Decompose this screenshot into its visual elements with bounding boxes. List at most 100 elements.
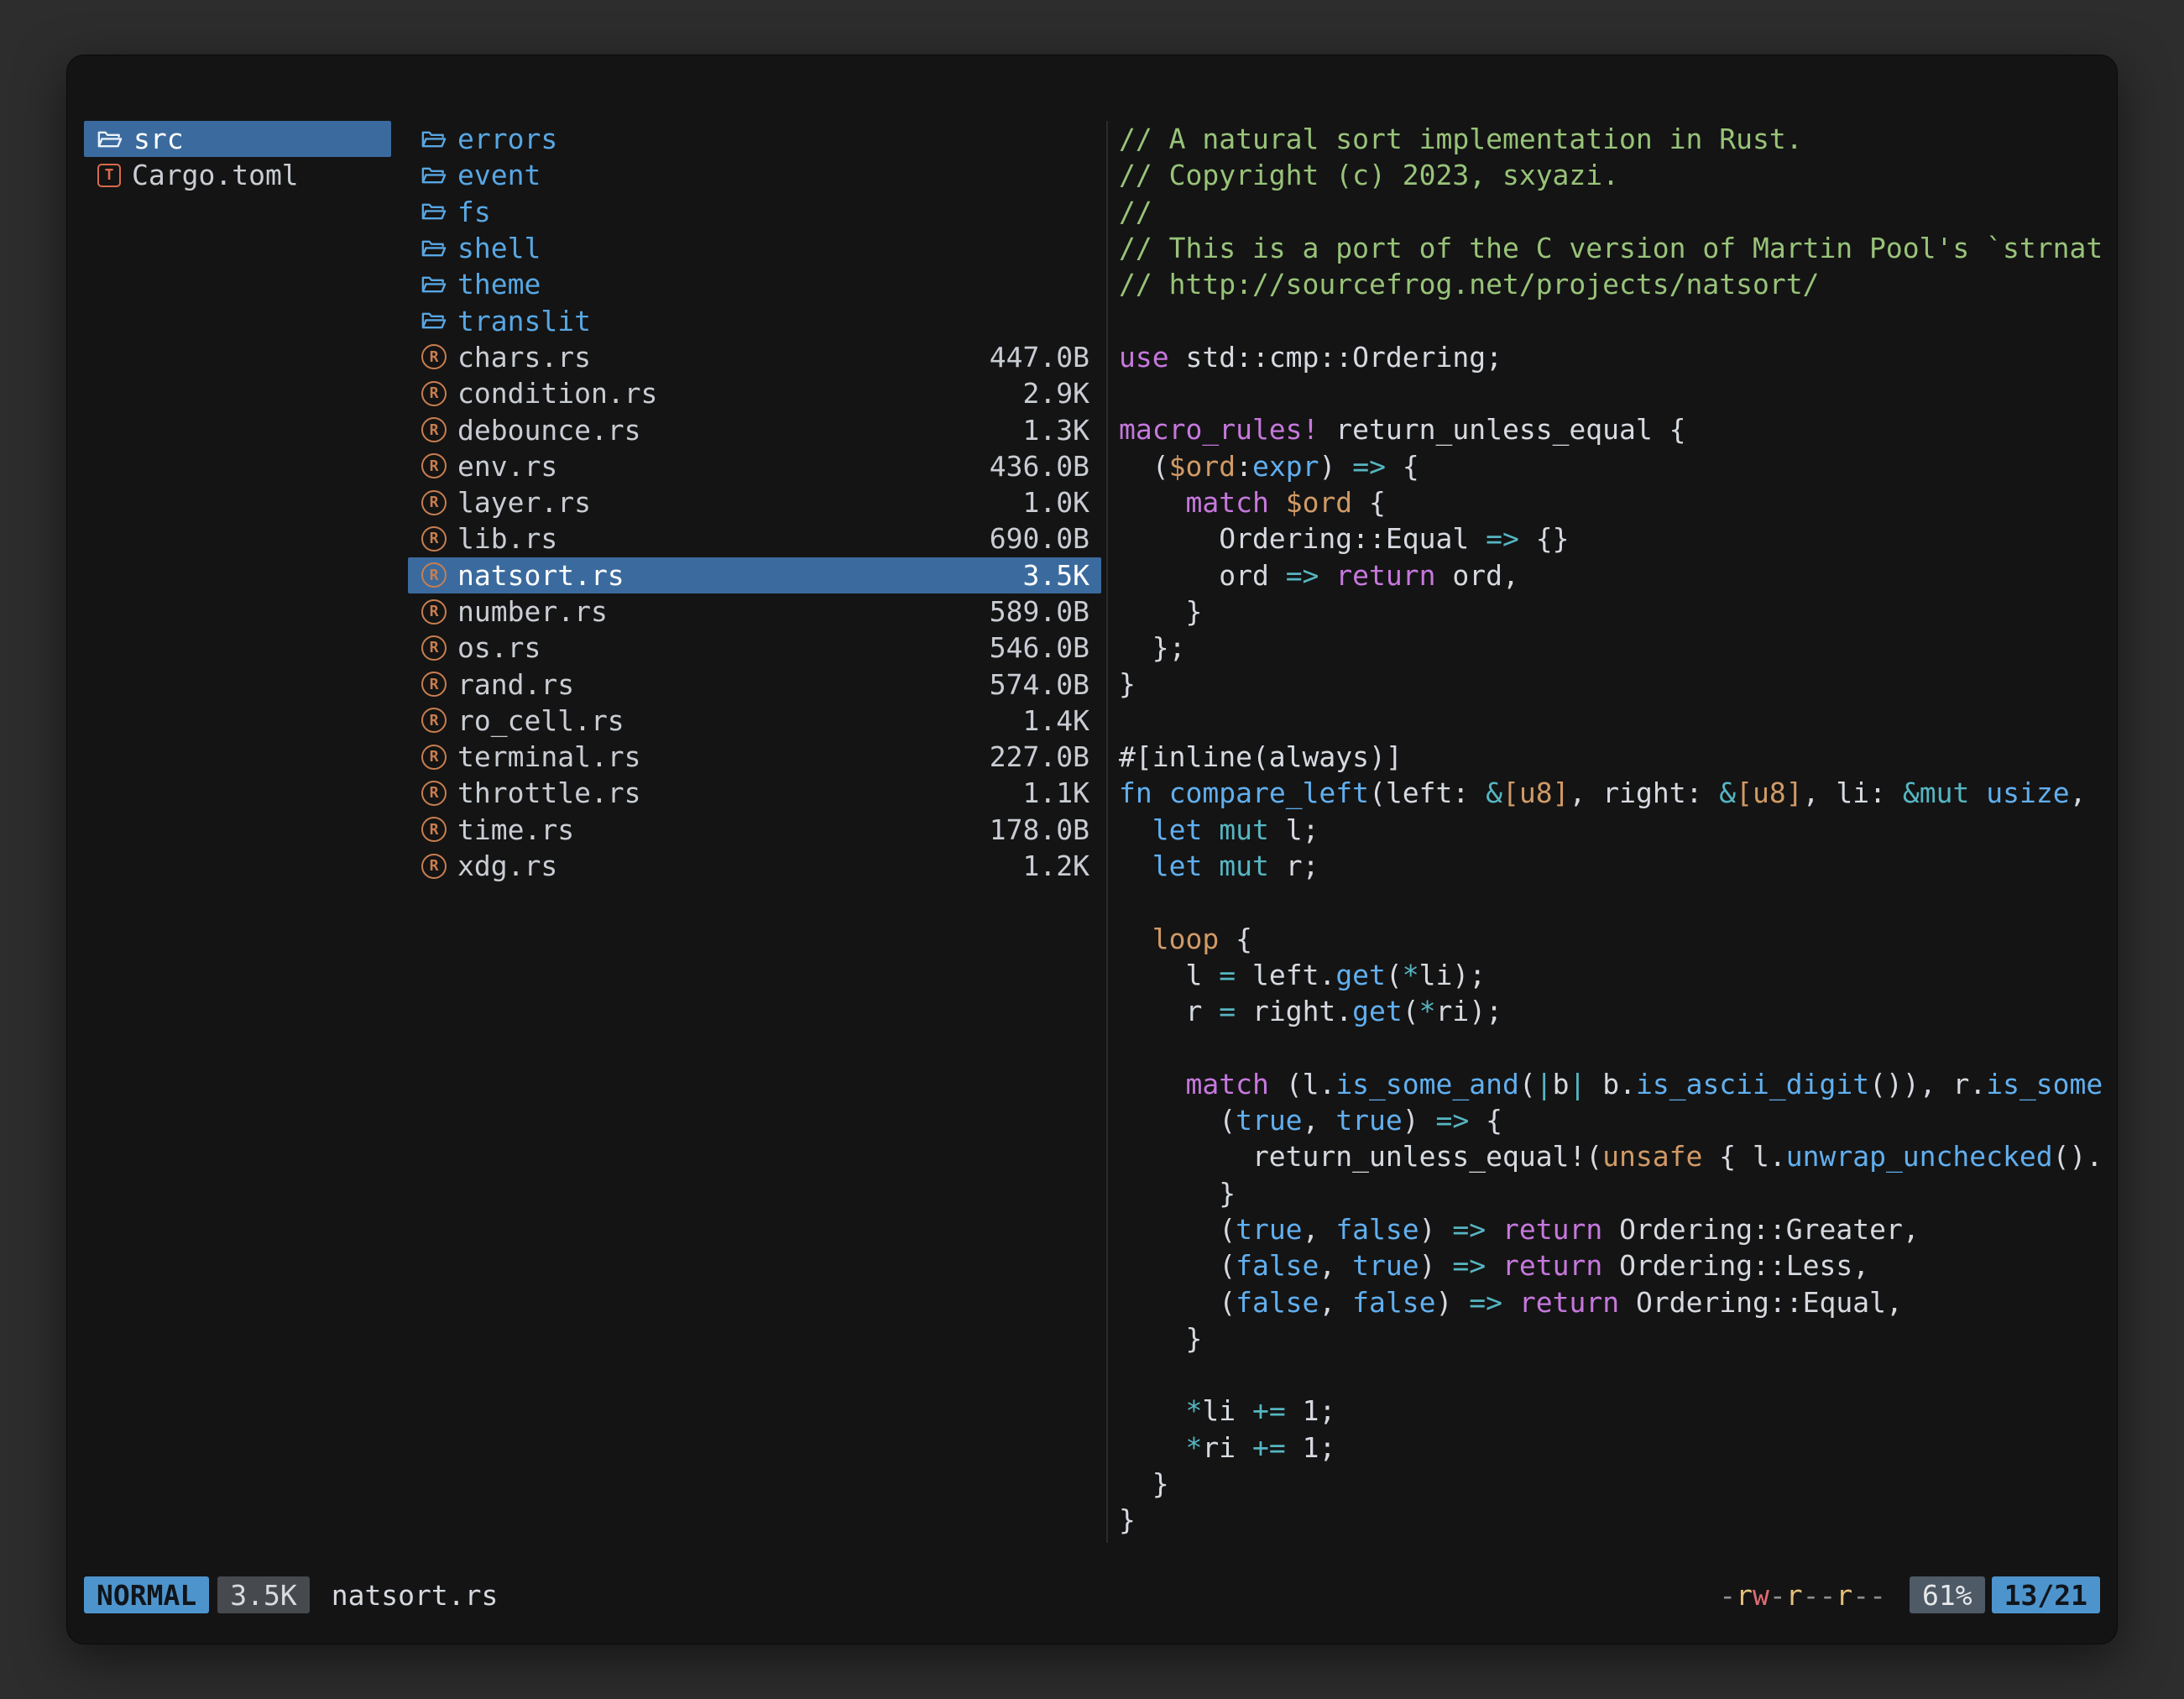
entry-name: time.rs bbox=[457, 813, 574, 846]
entry-size: 447.0B bbox=[990, 341, 1089, 374]
file-entry[interactable]: Rnatsort.rs3.5K bbox=[408, 557, 1101, 593]
entry-name: errors bbox=[457, 123, 557, 155]
entry-name: terminal.rs bbox=[457, 740, 641, 773]
file-entry[interactable]: Rrand.rs 574.0B bbox=[408, 666, 1101, 702]
entry-name: debounce.rs bbox=[457, 414, 641, 447]
folder-entry[interactable]: fs bbox=[408, 194, 1101, 230]
file-entry[interactable]: TCargo.toml bbox=[84, 157, 391, 193]
folder-entry[interactable]: src bbox=[84, 121, 391, 157]
rust-icon: R bbox=[421, 453, 447, 478]
code-line: r = right.get(*ri); bbox=[1119, 993, 2102, 1029]
code-line: } bbox=[1119, 1502, 2102, 1538]
code-line: (false, false) => return Ordering::Equal… bbox=[1119, 1284, 2102, 1320]
file-entry[interactable]: Rterminal.rs227.0B bbox=[408, 739, 1101, 775]
code-line bbox=[1119, 703, 2102, 739]
entry-name: src bbox=[133, 123, 184, 155]
file-entry[interactable]: Rro_cell.rs1.4K bbox=[408, 703, 1101, 739]
file-entry[interactable]: Rchars.rs447.0B bbox=[408, 339, 1101, 375]
code-line: match $ord { bbox=[1119, 484, 2102, 520]
code-line: Ordering::Equal => {} bbox=[1119, 520, 2102, 557]
code-line: let mut l; bbox=[1119, 812, 2102, 848]
rust-icon: R bbox=[421, 417, 447, 442]
status-bar: NORMAL 3.5K natsort.rs -rw-r--r-- 61% 13… bbox=[84, 1576, 2100, 1613]
rust-icon: R bbox=[421, 562, 447, 588]
code-line: return_unless_equal!(unsafe { l.unwrap_u… bbox=[1119, 1138, 2102, 1174]
entry-size: 436.0B bbox=[990, 450, 1089, 483]
rust-icon: R bbox=[421, 817, 447, 842]
entry-size: 178.0B bbox=[990, 813, 1089, 846]
entry-name: chars.rs bbox=[457, 341, 591, 374]
entry-size: 1.3K bbox=[1023, 414, 1089, 447]
code-line: #[inline(always)] bbox=[1119, 739, 2102, 775]
code-line bbox=[1119, 884, 2102, 920]
entry-name: number.rs bbox=[457, 595, 608, 628]
current-directory-pane: errors eventfsshell themetranslit Rchars.rs… bbox=[408, 121, 1101, 884]
entry-size: 1.1K bbox=[1023, 776, 1089, 809]
rust-icon: R bbox=[421, 781, 447, 806]
file-entry[interactable]: Ros.rs546.0B bbox=[408, 630, 1101, 666]
rust-icon: R bbox=[421, 672, 447, 697]
folder-entry[interactable]: errors bbox=[408, 121, 1101, 157]
folder-open-icon bbox=[421, 310, 447, 332]
entry-name: lib.rs bbox=[457, 522, 557, 555]
code-line: // http://sourcefrog.net/projects/natsor… bbox=[1119, 266, 2102, 302]
code-line: macro_rules! return_unless_equal { bbox=[1119, 411, 2102, 447]
file-entry[interactable]: Rxdg.rs 1.2K bbox=[408, 848, 1101, 884]
code-line: // A natural sort implementation in Rust… bbox=[1119, 121, 2102, 157]
entry-size: 546.0B bbox=[990, 631, 1089, 664]
entry-size: 1.2K bbox=[1023, 850, 1089, 882]
folder-open-icon bbox=[421, 201, 447, 222]
code-line: // This is a port of the C version of Ma… bbox=[1119, 230, 2102, 266]
rust-icon: R bbox=[421, 526, 447, 552]
entry-name: os.rs bbox=[457, 631, 541, 664]
entry-name: xdg.rs bbox=[457, 850, 557, 882]
folder-entry[interactable]: shell bbox=[408, 230, 1101, 266]
code-line: (true, false) => return Ordering::Greate… bbox=[1119, 1211, 2102, 1247]
code-line: l = left.get(*li); bbox=[1119, 957, 2102, 993]
parent-pane: srcTCargo.toml bbox=[84, 121, 391, 194]
folder-entry[interactable]: translit bbox=[408, 302, 1101, 338]
file-entry[interactable]: Rcondition.rs2.9K bbox=[408, 375, 1101, 411]
folder-open-icon bbox=[97, 128, 123, 150]
code-line bbox=[1119, 1029, 2102, 1065]
file-preview-pane: // A natural sort implementation in Rust… bbox=[1106, 121, 2102, 1543]
code-line: } bbox=[1119, 1466, 2102, 1502]
entry-size: 574.0B bbox=[990, 668, 1089, 701]
file-entry[interactable]: Rlib.rs690.0B bbox=[408, 520, 1101, 557]
file-entry[interactable]: Rnumber.rs589.0B bbox=[408, 593, 1101, 630]
rust-icon: R bbox=[421, 490, 447, 515]
entry-name: throttle.rs bbox=[457, 776, 641, 809]
file-entry[interactable]: Rdebounce.rs 1.3K bbox=[408, 411, 1101, 447]
entry-size: 1.0K bbox=[1023, 486, 1089, 519]
code-line: } bbox=[1119, 1175, 2102, 1211]
code-line: (true, true) => { bbox=[1119, 1102, 2102, 1138]
panes-container: srcTCargo.toml errors eventfsshell themetr… bbox=[84, 121, 2102, 1543]
code-line: } bbox=[1119, 666, 2102, 702]
folder-entry[interactable]: theme bbox=[408, 266, 1101, 302]
file-entry[interactable]: Rlayer.rs1.0K bbox=[408, 484, 1101, 520]
code-line: } bbox=[1119, 593, 2102, 630]
code-line: ord => return ord, bbox=[1119, 557, 2102, 593]
current-filename: natsort.rs bbox=[332, 1579, 499, 1612]
entry-name: shell bbox=[457, 232, 541, 264]
code-line: use std::cmp::Ordering; bbox=[1119, 339, 2102, 375]
code-line: *ri += 1; bbox=[1119, 1430, 2102, 1466]
cursor-position-indicator: 13/21 bbox=[1992, 1576, 2100, 1613]
file-entry[interactable]: Rtime.rs 178.0B bbox=[408, 812, 1101, 848]
folder-entry[interactable]: event bbox=[408, 157, 1101, 193]
folder-open-icon bbox=[421, 238, 447, 259]
file-entry[interactable]: Rthrottle.rs 1.1K bbox=[408, 775, 1101, 811]
entry-name: env.rs bbox=[457, 450, 557, 483]
entry-name: rand.rs bbox=[457, 668, 574, 701]
file-size-indicator: 3.5K bbox=[217, 1576, 309, 1613]
scroll-percent-indicator: 61% bbox=[1910, 1576, 1985, 1613]
code-line: loop { bbox=[1119, 921, 2102, 957]
code-line: let mut r; bbox=[1119, 848, 2102, 884]
entry-name: theme bbox=[457, 268, 541, 301]
rust-icon: R bbox=[421, 599, 447, 625]
entry-name: event bbox=[457, 159, 541, 191]
code-line: }; bbox=[1119, 630, 2102, 666]
file-entry[interactable]: Renv.rs 436.0B bbox=[408, 448, 1101, 484]
rust-icon: R bbox=[421, 854, 447, 879]
entry-name: Cargo.toml bbox=[132, 159, 299, 191]
